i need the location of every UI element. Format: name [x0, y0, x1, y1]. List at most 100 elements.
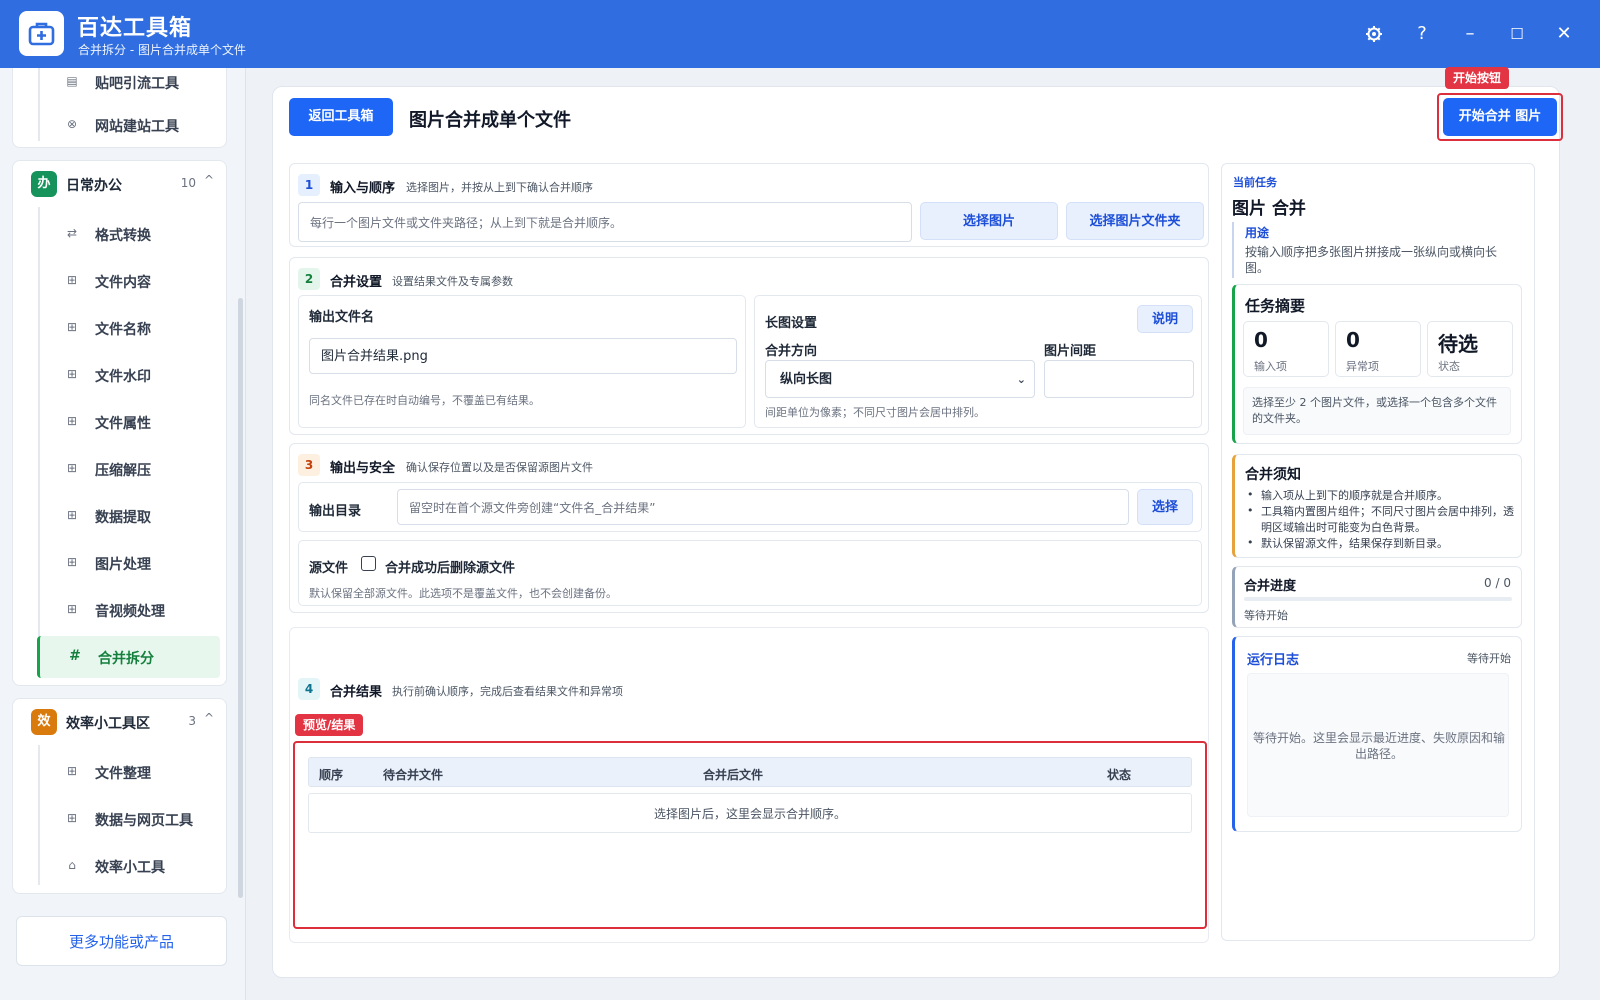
section-title: 合并设置 [330, 275, 383, 290]
step-number: 4 [298, 678, 320, 700]
step-number: 3 [298, 454, 320, 476]
sidebar-item-label: 效率小工具 [95, 860, 165, 876]
select-folder-button[interactable]: 选择图片文件夹 [1066, 202, 1204, 240]
group-header[interactable]: 效 效率小工具区 3 ^ [13, 699, 226, 743]
sidebar-item-format[interactable]: ⇄ 格式转换 [37, 213, 220, 255]
close-icon[interactable]: ✕ [1550, 20, 1578, 48]
log-title: 运行日志 [1247, 653, 1300, 668]
progress-value: 0 / 0 [1484, 576, 1511, 590]
app-logo [19, 11, 64, 56]
task-summary-card: 任务摘要 0 输入项 0 异常项 待选 状态 选择至少 2 个图片文件，或选择一… [1232, 284, 1522, 444]
output-dir-card: 输出目录 留空时在首个源文件旁创建“文件名_合并结果” 选择 [298, 482, 1202, 532]
gear-icon[interactable] [1360, 20, 1388, 48]
source-hint: 默认保留全部源文件。此选项不是覆盖文件，也不会创建备份。 [309, 587, 617, 600]
sidebar-item-label: 合并拆分 [98, 651, 154, 667]
toolbox-icon [28, 22, 55, 46]
progress-status: 等待开始 [1244, 609, 1288, 622]
grid-icon: ⊞ [66, 508, 78, 522]
sidebar-scrollbar[interactable] [238, 298, 243, 898]
long-image-card: 长图设置 说明 合并方向 纵向长图 ⌄ 图片间距 间距单位为像素；不同尺寸图片会… [754, 295, 1202, 428]
group-header[interactable]: 办 日常办公 10 ^ [13, 161, 226, 205]
help-icon[interactable]: ? [1408, 20, 1436, 48]
more-products-button[interactable]: 更多功能或产品 [16, 916, 227, 966]
sidebar-item-website[interactable]: ⊗ 网站建站工具 [37, 104, 220, 146]
sidebar-item-extract[interactable]: ⊞ 数据提取 [37, 495, 220, 537]
sidebar-item-media[interactable]: ⊞ 音视频处理 [37, 589, 220, 631]
note-item: 默认保留源文件，结果保存到新目录。 [1261, 537, 1448, 550]
section-desc: 执行前确认顺序，完成后查看结果文件和异常项 [392, 685, 623, 698]
source-file-card: 源文件 合并成功后删除源文件 默认保留全部源文件。此选项不是覆盖文件，也不会创建… [298, 540, 1202, 606]
purpose-block: 用途 按输入顺序把多张图片拼接成一张纵向或横向长图。 [1232, 222, 1522, 278]
section-title: 合并结果 [330, 685, 383, 700]
section-title: 输入与顺序 [330, 181, 396, 196]
purpose-text: 按输入顺序把多张图片拼接成一张纵向或横向长图。 [1245, 245, 1498, 275]
current-task-label: 当前任务 [1233, 176, 1277, 189]
paths-textarea[interactable]: 每行一个图片文件或文件夹路径；从上到下就是合并顺序。 [298, 202, 912, 242]
log-output[interactable]: 等待开始。这里会显示最近进度、失败原因和输出路径。 [1247, 673, 1509, 817]
page-title: 图片合并成单个文件 [409, 110, 571, 131]
output-dir-input[interactable]: 留空时在首个源文件旁创建“文件名_合并结果” [397, 489, 1129, 525]
maximize-icon[interactable]: ☐ [1503, 20, 1531, 48]
progress-track [1244, 597, 1512, 601]
sidebar-item-compress[interactable]: ⊞ 压缩解压 [37, 448, 220, 490]
minimize-icon[interactable]: – [1456, 20, 1484, 48]
section-output-safety: 3 输出与安全 确认保存位置以及是否保留源图片文件 输出目录 留空时在首个源文件… [289, 443, 1209, 613]
chevron-up-icon[interactable]: ^ [204, 711, 214, 725]
sidebar-item-filename[interactable]: ⊞ 文件名称 [37, 307, 220, 349]
direction-label: 合并方向 [765, 344, 818, 359]
stat-input-count: 0 输入项 [1243, 321, 1329, 377]
delete-source-label[interactable]: 合并成功后删除源文件 [385, 557, 515, 576]
section-desc: 确认保存位置以及是否保留源图片文件 [406, 461, 593, 474]
sidebar-item-label: 压缩解压 [95, 463, 151, 479]
stat-caption: 异常项 [1346, 360, 1379, 373]
back-to-toolbox-button[interactable]: 返回工具箱 [289, 98, 393, 136]
grid-icon: ⊞ [66, 461, 78, 475]
chevron-up-icon[interactable]: ^ [204, 173, 214, 187]
spacing-label: 图片间距 [1044, 344, 1097, 359]
stat-caption: 输入项 [1254, 360, 1287, 373]
swap-icon: ⇄ [66, 226, 78, 240]
sidebar-item-label: 贴吧引流工具 [95, 76, 179, 92]
sidebar-item-label: 数据提取 [95, 510, 151, 526]
sidebar-item-label: 文件名称 [95, 322, 151, 338]
delete-source-checkbox[interactable] [361, 556, 376, 571]
app-title: 百达工具箱 [77, 16, 193, 41]
sidebar-group-office: 办 日常办公 10 ^ ⇄ 格式转换 ⊞ 文件内容 ⊞ 文件名称 ⊞ 文件水印 … [12, 160, 227, 686]
grid-icon: ⊞ [66, 367, 78, 381]
sidebar-item-data-web[interactable]: ⊞ 数据与网页工具 [37, 798, 220, 840]
spacing-input[interactable] [1044, 360, 1194, 398]
app-subtitle: 合并拆分 - 图片合并成单个文件 [78, 43, 246, 57]
grid-icon: ⊞ [66, 811, 78, 825]
stat-value: 0 [1254, 328, 1268, 352]
stat-error-count: 0 异常项 [1335, 321, 1421, 377]
start-merge-button[interactable]: 开始合并 图片 [1443, 98, 1557, 136]
summary-hint-box: 选择至少 2 个图片文件，或选择一个包含多个文件的文件夹。 [1243, 387, 1511, 435]
sidebar-item-organize[interactable]: ⊞ 文件整理 [37, 751, 220, 793]
step-number: 1 [298, 174, 320, 196]
section-input-order: 1 输入与顺序 选择图片，并按从上到下确认合并顺序 每行一个图片文件或文件夹路径… [289, 163, 1209, 247]
direction-select[interactable]: 纵向长图 ⌄ [765, 360, 1035, 398]
sidebar-item-content[interactable]: ⊞ 文件内容 [37, 260, 220, 302]
sidebar-group-efficiency: 效 效率小工具区 3 ^ ⊞ 文件整理 ⊞ 数据与网页工具 ⌂ 效率小工具 [12, 698, 227, 894]
sidebar-item-watermark[interactable]: ⊞ 文件水印 [37, 354, 220, 396]
choose-dir-button[interactable]: 选择 [1137, 489, 1193, 525]
sidebar-item-label: 格式转换 [95, 228, 151, 244]
sidebar-item-merge-split[interactable]: # 合并拆分 [37, 636, 220, 678]
output-name-input[interactable]: 图片合并结果.png [309, 338, 737, 374]
sidebar-item-image[interactable]: ⊞ 图片处理 [37, 542, 220, 584]
grid-icon: ⊞ [66, 602, 78, 616]
group-badge: 办 [31, 171, 57, 197]
start-button-tag: 开始按钮 [1445, 67, 1510, 89]
sidebar: ▤ 贴吧引流工具 ⊗ 网站建站工具 办 日常办公 10 ^ ⇄ 格式转换 ⊞ 文… [0, 68, 246, 1000]
explain-button[interactable]: 说明 [1137, 305, 1193, 333]
chevron-down-icon: ⌄ [1016, 373, 1026, 386]
output-dir-label: 输出目录 [309, 504, 362, 519]
sidebar-item-efficiency-tools[interactable]: ⌂ 效率小工具 [37, 845, 220, 887]
section-desc: 设置结果文件及专属参数 [392, 275, 513, 288]
summary-title: 任务摘要 [1245, 297, 1306, 315]
select-images-button[interactable]: 选择图片 [920, 202, 1058, 240]
sidebar-item-properties[interactable]: ⊞ 文件属性 [37, 401, 220, 443]
sidebar-item-tieba[interactable]: ▤ 贴吧引流工具 [37, 68, 220, 103]
source-label: 源文件 [309, 561, 349, 576]
group-badge: 效 [31, 709, 57, 735]
